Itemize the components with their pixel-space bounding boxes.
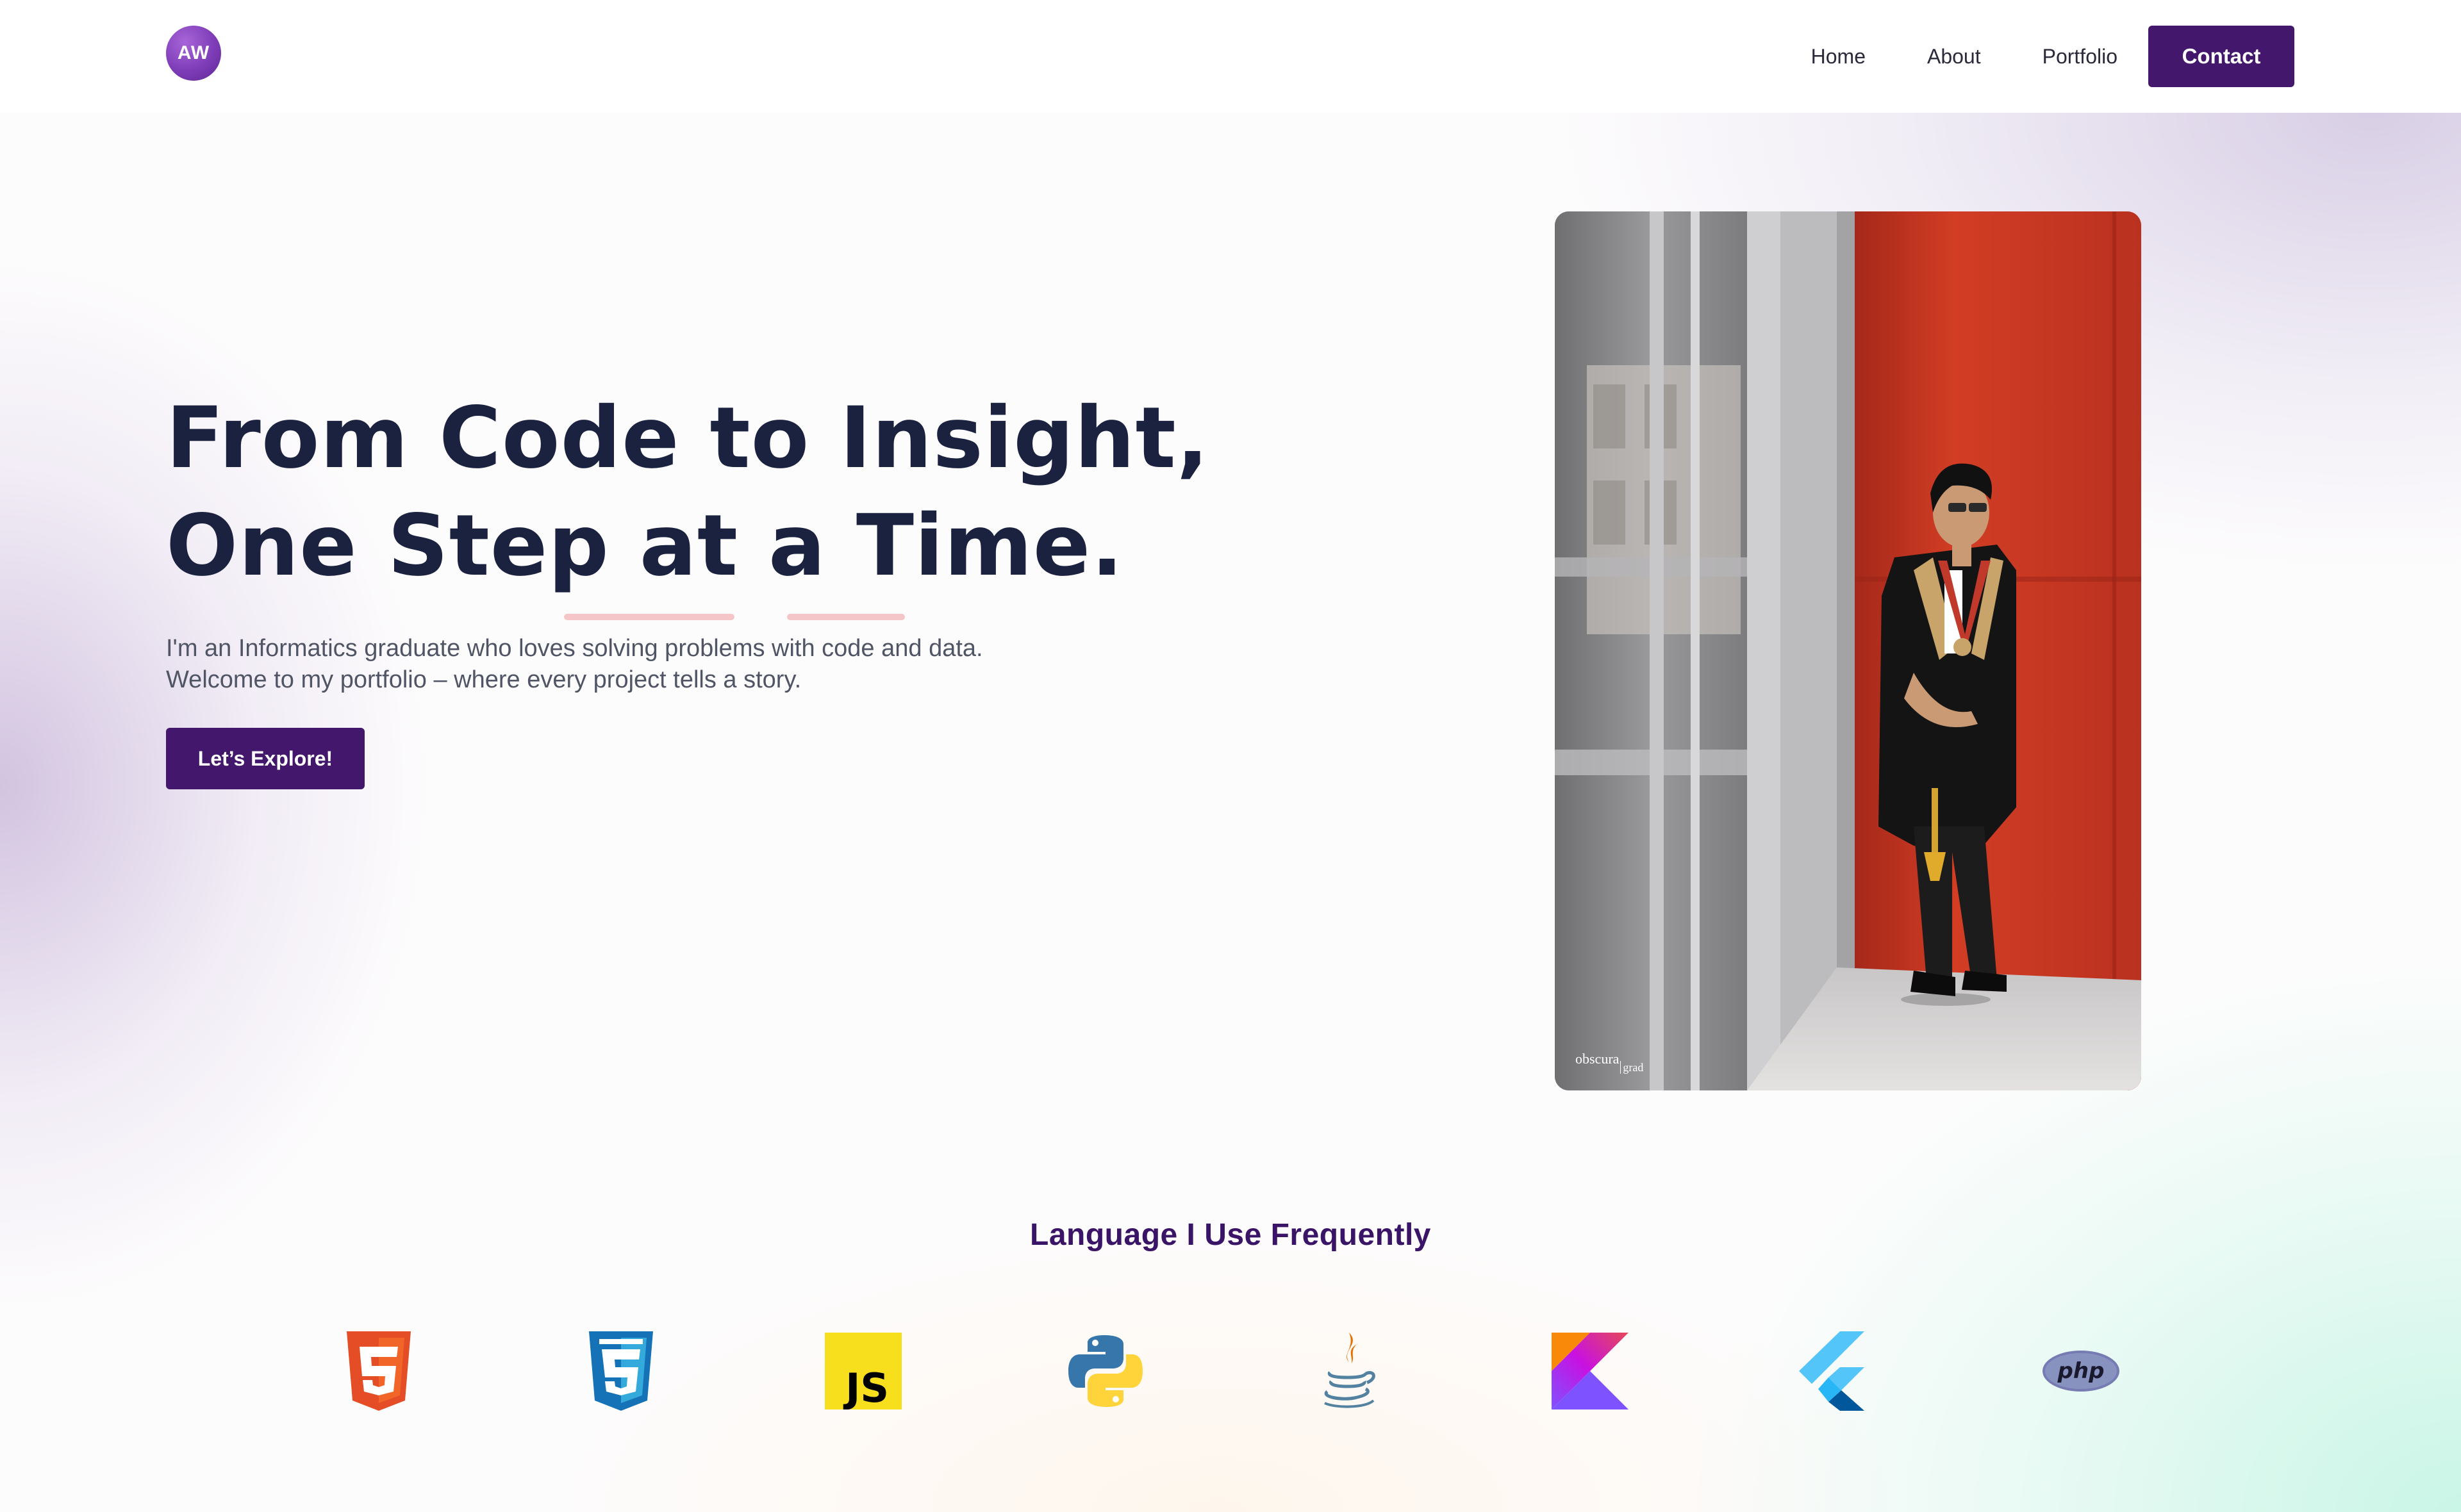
photo-watermark: obscuragrad (1575, 1051, 1644, 1074)
hero-title-line-2: One Step at a Time. (166, 497, 1124, 595)
hero-description: I'm an Informatics graduate who loves so… (166, 633, 1320, 696)
profile-photo: obscuragrad (1555, 211, 2141, 1090)
nav-portfolio-link[interactable]: Portfolio (2043, 45, 2117, 69)
javascript-icon-text: JS (843, 1365, 889, 1409)
explore-button[interactable]: Let’s Explore! (166, 728, 365, 789)
php-icon: php (2039, 1331, 2123, 1411)
languages-title: Language I Use Frequently (1030, 1218, 1431, 1252)
css3-icon (579, 1331, 663, 1411)
main-nav: Home About Portfolio Contact (1811, 26, 2294, 87)
hero-description-line-2: Welcome to my portfolio – where every pr… (166, 666, 802, 693)
graduate-photo-illustration (1555, 211, 2141, 1090)
java-icon (1306, 1331, 1389, 1411)
watermark-main-text: obscura (1575, 1051, 1620, 1067)
hero-title: From Code to Insight, One Step at a Time… (166, 384, 1384, 600)
title-underline-decoration (564, 614, 734, 620)
javascript-icon: JS (822, 1331, 905, 1411)
flutter-icon (1791, 1331, 1874, 1411)
nav-about-link[interactable]: About (1927, 45, 1981, 69)
kotlin-icon (1548, 1331, 1632, 1411)
python-icon (1064, 1331, 1147, 1411)
logo[interactable]: AW (166, 26, 221, 81)
nav-home-link[interactable]: Home (1811, 45, 1866, 69)
html5-icon (337, 1331, 420, 1411)
php-icon-text: php (2057, 1358, 2105, 1384)
contact-button[interactable]: Contact (2148, 26, 2294, 87)
watermark-sub-text: grad (1620, 1061, 1644, 1074)
hero-description-line-1: I'm an Informatics graduate who loves so… (166, 635, 983, 662)
hero-title-line-1: From Code to Insight, (166, 389, 1209, 488)
title-underline-decoration (787, 614, 905, 620)
site-header: AW Home About Portfolio Contact (0, 0, 2461, 113)
